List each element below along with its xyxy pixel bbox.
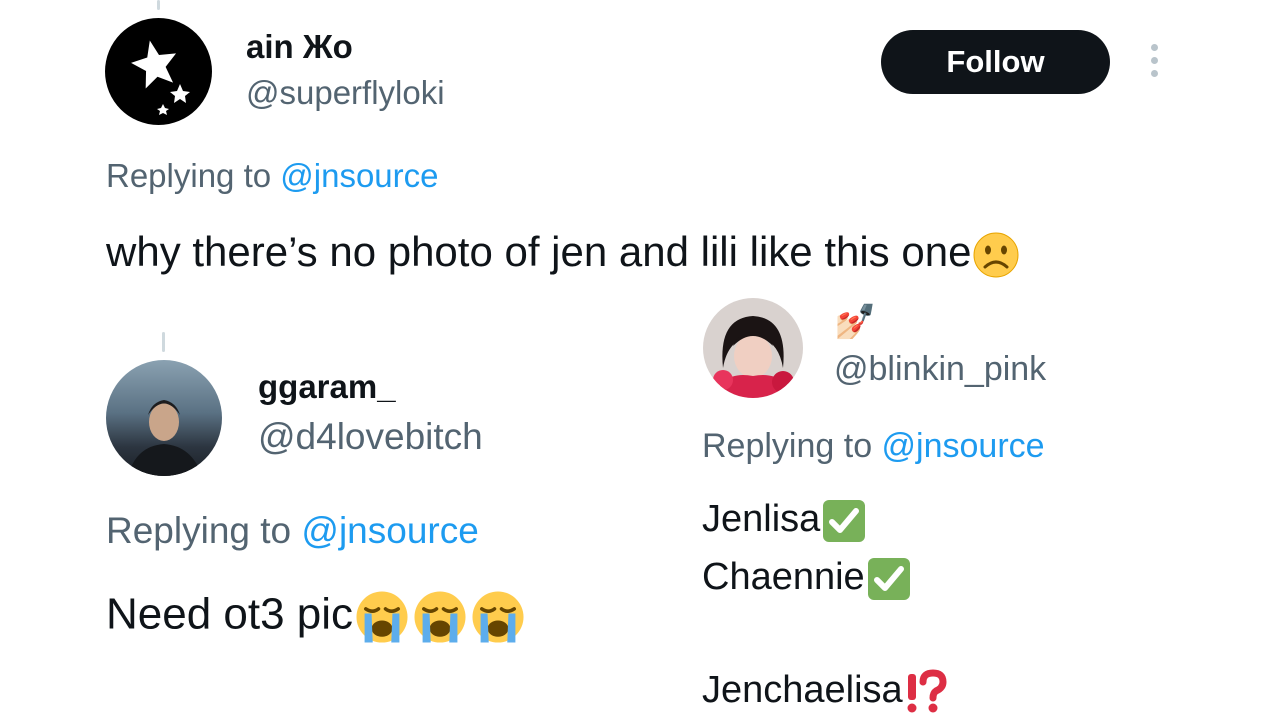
reply-mention-link[interactable]: @jnsource	[882, 427, 1045, 465]
tweet-text-content: why there’s no photo of jen and lili lik…	[106, 228, 972, 275]
tweet-text-line: Jenlisa	[702, 497, 868, 545]
tweet-text: Need ot3 pic	[106, 588, 527, 646]
check-mark-emoji	[823, 500, 866, 542]
user-handle[interactable]: @superflyloki	[246, 74, 445, 112]
avatar-d4lovebitch[interactable]	[106, 360, 222, 476]
avatar-blinkin-pink[interactable]	[703, 298, 803, 398]
star-avatar-icon	[131, 40, 190, 115]
thread-connector-line	[162, 332, 165, 352]
display-name[interactable]: ggaram_	[258, 368, 396, 406]
profile-photo-icon	[713, 316, 795, 398]
tweet-text-content: Chaennie	[702, 556, 865, 599]
avatar-superflyloki[interactable]	[105, 18, 212, 125]
replying-to-label: Replying to	[702, 427, 882, 465]
display-name[interactable]: 💅🏻	[834, 302, 876, 342]
replying-to-label: Replying to	[106, 510, 302, 551]
tweet-text-content: Jenlisa	[702, 498, 821, 541]
replying-to: Replying to @jnsource	[106, 157, 439, 195]
reply-mention-link[interactable]: @jnsource	[301, 510, 478, 551]
tweet-text-content: Need ot3 pic	[106, 589, 354, 639]
reply-mention-link[interactable]: @jnsource	[280, 157, 438, 194]
profile-photo-icon	[128, 400, 202, 476]
replying-to: Replying to @jnsource	[106, 510, 479, 552]
user-handle[interactable]: @blinkin_pink	[834, 350, 1046, 389]
frowning-face-emoji	[973, 232, 1019, 278]
user-handle[interactable]: @d4lovebitch	[258, 416, 483, 458]
tweet-text: why there’s no photo of jen and lili lik…	[106, 228, 1021, 280]
thread-connector-line	[157, 0, 160, 10]
check-mark-emoji	[867, 558, 910, 600]
display-name[interactable]: ain Жo	[246, 28, 353, 66]
loudly-crying-face-emoji	[414, 591, 466, 643]
follow-button[interactable]: Follow	[881, 30, 1110, 94]
replying-to-label: Replying to	[106, 157, 281, 194]
loudly-crying-face-emoji	[472, 591, 524, 643]
tweet-text-line: Chaennie	[702, 555, 913, 603]
exclamation-question-emoji	[907, 669, 947, 713]
tweet-text-line: Jenchaelisa	[702, 669, 949, 715]
loudly-crying-face-emoji	[356, 591, 408, 643]
tweet-text-content: Jenchaelisa	[702, 669, 903, 712]
more-options-icon[interactable]	[1144, 44, 1164, 80]
replying-to: Replying to @jnsource	[702, 427, 1045, 466]
